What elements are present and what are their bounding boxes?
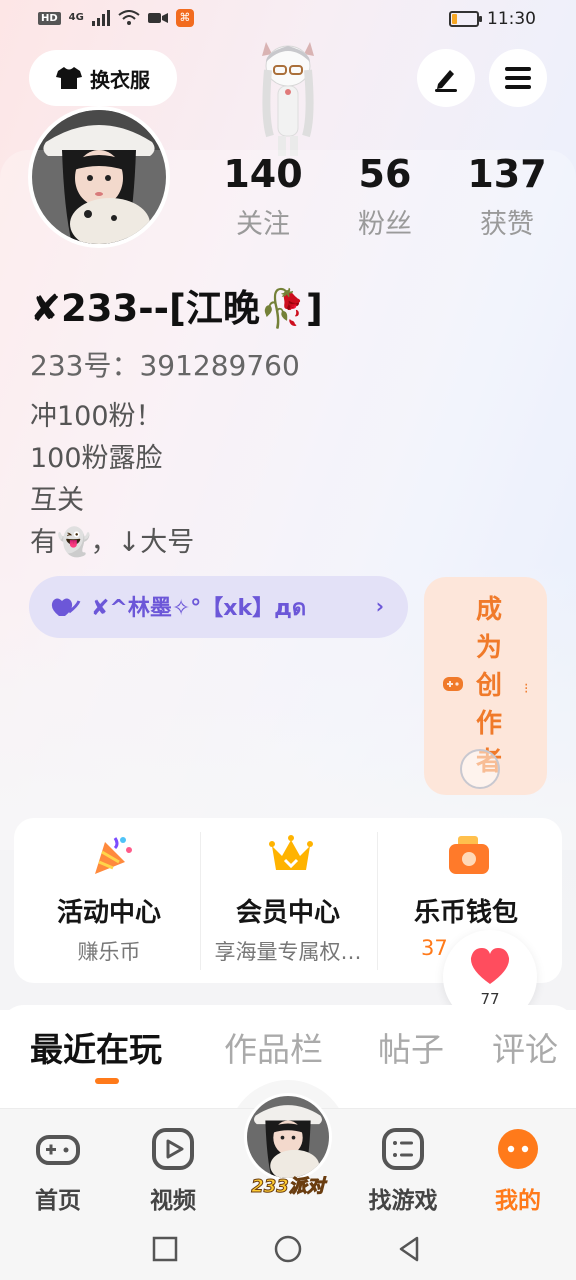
followers-count: 56 [358,152,412,196]
avatar-figure[interactable] [248,36,328,156]
user-id[interactable]: 233号：391289760 [30,344,300,384]
nav-party-label[interactable]: 233派对 [246,1172,330,1198]
nav-video[interactable]: 视频 [128,1127,218,1215]
bio-line: 互关 [30,485,84,516]
crown-icon [269,835,313,870]
following-count: 140 [223,152,303,196]
tab-recently-played[interactable]: 最近在玩 [30,1023,162,1071]
pencil-icon [435,70,457,92]
hd-badge: HD [38,11,61,25]
avatar-icon [247,1096,329,1178]
face-icon [498,1129,538,1169]
service-vip-center[interactable]: 会员中心 享海量专属权… [197,818,379,983]
service-subtitle: 赚乐币 [77,940,141,964]
service-title: 活动中心 [56,898,161,928]
back-icon[interactable] [395,1234,425,1264]
service-subtitle: 享海量专属权… [214,940,362,964]
video-icon [147,13,168,23]
gamepad-icon [36,1135,80,1165]
best-friend-name: ✘^林墨✧°【xk】дด [91,595,307,621]
change-outfit-label: 换衣服 [90,67,150,92]
list-icon [382,1128,424,1170]
bio: 冲100粉！ 100粉露脸 互关 有👻，↓大号 [30,396,194,564]
tab-works[interactable]: 作品栏 [224,1023,323,1071]
profile-stats: 140 关注 56 粉丝 137 获赞 [200,150,576,250]
service-title: 乐币钱包 [413,898,518,928]
followers-label: 粉丝 [358,209,412,240]
signal-icon [91,10,110,26]
play-icon [152,1128,194,1170]
nav-home[interactable]: 首页 [13,1127,103,1215]
gamepad-badge-icon [443,677,463,691]
heart-link-icon [51,598,81,616]
menu-icon [505,67,531,89]
party-popper-icon [95,837,132,874]
app-notification-icon: ⌘ [175,9,194,27]
battery-icon [449,11,482,27]
avatar-image [32,110,166,244]
status-bar: HD 4G ⌘ 11:30 [0,0,576,40]
shirt-icon [56,67,82,89]
avatar[interactable] [28,106,170,248]
heart-icon [470,948,510,984]
wifi-icon [118,10,140,25]
nav-label: 我的 [495,1188,541,1214]
service-activity-center[interactable]: 活动中心 赚乐币 [18,818,200,983]
edit-profile-button[interactable] [417,49,475,107]
tab-posts[interactable]: 帖子 [378,1023,444,1071]
home-icon[interactable] [273,1234,303,1264]
menu-button[interactable] [489,49,547,107]
recent-apps-icon[interactable] [150,1234,180,1264]
network-type: 4G [68,12,84,23]
become-creator-card[interactable]: 成为创作者 ⁝ [424,577,547,795]
nav-find-games[interactable]: 找游戏 [358,1127,448,1215]
floating-assistive-button[interactable] [460,749,500,789]
tab-comments[interactable]: 评论 [492,1023,558,1071]
change-outfit-button[interactable]: 换衣服 [29,50,177,106]
best-friend-pill[interactable]: ✘^林墨✧°【xk】дด › [29,576,408,638]
likes-count: 137 [467,152,547,196]
battery-level [452,14,458,24]
active-tab-indicator [95,1078,119,1084]
more-dots-icon: ⁝ [524,681,529,697]
likes-label: 获赞 [480,209,534,240]
service-title: 会员中心 [235,898,340,928]
status-left: HD 4G ⌘ [38,9,194,27]
nav-label: 视频 [150,1188,196,1214]
bio-line: 有👻，↓大号 [30,527,195,558]
wallet-icon [449,836,489,874]
stat-followers[interactable]: 56 粉丝 [330,150,440,241]
chevron-right-icon: › [375,594,384,618]
nav-party-avatar[interactable] [244,1093,332,1181]
stat-following[interactable]: 140 关注 [208,150,318,241]
bio-line: 100粉露脸 [30,443,163,474]
bio-line: 冲100粉！ [30,401,163,432]
following-label: 关注 [236,209,290,240]
anime-avatar-icon [262,42,314,156]
stat-likes[interactable]: 137 获赞 [452,150,562,241]
system-nav-bar [0,1216,576,1280]
clock: 11:30 [487,9,536,29]
nav-mine[interactable]: 我的 [473,1127,563,1215]
status-right: 11:30 [449,9,536,29]
nav-label: 首页 [35,1188,81,1214]
nav-label: 找游戏 [368,1188,438,1214]
username: ✘233--[江晚🥀] [30,287,323,330]
